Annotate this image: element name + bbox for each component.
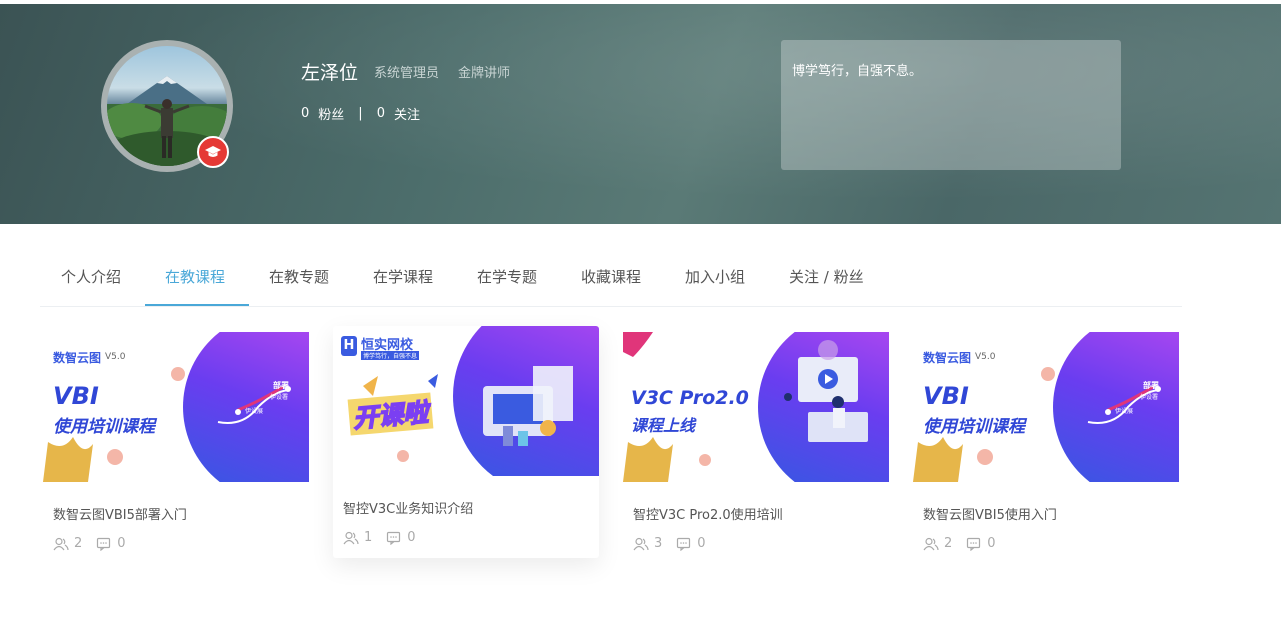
course-meta: 2 0 — [53, 536, 140, 551]
comment-count: 0 — [117, 536, 126, 551]
course-card[interactable]: H 恒实网校 博学笃行，自强不息 开课啦 智控V3C业务知识介绍 1 0 — [333, 326, 599, 558]
tab-groups[interactable]: 加入小组 — [685, 266, 745, 287]
thumb-line2: 使用培训课程 — [53, 417, 155, 437]
comment-count: 0 — [697, 536, 706, 551]
student-count: 3 — [654, 536, 663, 551]
thumb-p3: 部署 — [273, 381, 289, 390]
role-tag: 金牌讲师 — [458, 66, 511, 81]
thumb-line1: VBI — [53, 382, 99, 410]
thumb-tagline: 博学笃行，自强不息 — [361, 351, 420, 360]
role-tag: 系统管理员 — [374, 66, 440, 81]
comment-icon — [386, 531, 402, 545]
comment-icon — [676, 537, 692, 551]
user-name: 左泽位 — [301, 62, 359, 84]
thumb-line1: VBI — [923, 382, 969, 410]
student-count: 2 — [74, 536, 83, 551]
thumb-p1: 伊设展 — [245, 408, 264, 415]
tab-follow-fans[interactable]: 关注 / 粉丝 — [789, 266, 864, 287]
course-title[interactable]: 智控V3C业务知识介绍 — [343, 498, 473, 517]
tab-learning-courses[interactable]: 在学课程 — [373, 266, 433, 287]
comment-count: 0 — [407, 530, 416, 545]
motto-text: 博学笃行，自强不息。 — [792, 64, 923, 79]
thumb-p2: 伊设署 — [1140, 394, 1159, 401]
profile-tabs: 个人介绍 在教课程 在教专题 在学课程 在学专题 收藏课程 加入小组 关注 / … — [40, 248, 1182, 307]
stats-separator: | — [358, 106, 363, 121]
course-meta: 1 0 — [343, 530, 430, 545]
course-title[interactable]: 数智云图VBI5使用入门 — [923, 504, 1057, 523]
course-meta: 2 0 — [923, 536, 1010, 551]
users-icon — [923, 537, 939, 551]
course-thumbnail[interactable]: V3C Pro2.0 课程上线 — [623, 332, 889, 482]
thumb-p3: 部署 — [1143, 381, 1159, 390]
graduation-cap-icon — [197, 136, 229, 168]
tab-teaching-topics[interactable]: 在教专题 — [269, 266, 329, 287]
thumb-line2: 课程上线 — [631, 416, 696, 435]
course-card[interactable]: 数智云图 V5.0 VBI 使用培训课程 伊设展 伊设署 部署 数智云图VBI5… — [913, 332, 1179, 562]
thumb-p1: 伊设展 — [1115, 408, 1134, 415]
tab-favorite-courses[interactable]: 收藏课程 — [581, 266, 641, 287]
motto-box: 博学笃行，自强不息。 — [781, 40, 1121, 170]
comment-icon — [96, 537, 112, 551]
tab-learning-topics[interactable]: 在学专题 — [477, 266, 537, 287]
thumb-version: V5.0 — [105, 352, 126, 362]
tab-teaching-courses[interactable]: 在教课程 — [165, 266, 225, 287]
follow-label[interactable]: 关注 — [394, 104, 420, 123]
thumb-line1: V3C Pro2.0 — [631, 387, 749, 409]
fans-count[interactable]: 0 — [301, 106, 309, 121]
thumb-p2: 伊设署 — [270, 394, 289, 401]
course-card[interactable]: 数智云图 V5.0 VBI 使用培训课程 伊设展 伊设署 部署 数智云图VBI5… — [43, 332, 309, 562]
follow-count[interactable]: 0 — [377, 106, 385, 121]
student-count: 2 — [944, 536, 953, 551]
fans-label[interactable]: 粉丝 — [318, 104, 344, 123]
avatar[interactable] — [101, 40, 233, 172]
users-icon — [343, 531, 359, 545]
comment-icon — [966, 537, 982, 551]
thumb-line2: 使用培训课程 — [923, 417, 1025, 437]
course-thumbnail[interactable]: H 恒实网校 博学笃行，自强不息 开课啦 — [333, 326, 599, 476]
thumb-main: 开课啦 — [347, 392, 434, 436]
course-thumbnail[interactable]: 数智云图 V5.0 VBI 使用培训课程 伊设展 伊设署 部署 — [43, 332, 309, 482]
course-title[interactable]: 数智云图VBI5部署入门 — [53, 504, 187, 523]
thumb-brand: 数智云图 — [923, 351, 972, 365]
users-icon — [53, 537, 69, 551]
active-tab-indicator — [145, 304, 249, 306]
student-count: 1 — [364, 530, 373, 545]
thumb-brand: 数智云图 — [53, 351, 102, 365]
thumb-version: V5.0 — [975, 352, 996, 362]
follow-stats: 0 粉丝 | 0 关注 — [301, 104, 420, 123]
comment-count: 0 — [987, 536, 996, 551]
logo-icon: H — [341, 336, 357, 356]
course-card[interactable]: V3C Pro2.0 课程上线 智控V3C Pro2.0使用培训 3 0 — [623, 332, 889, 562]
tab-intro[interactable]: 个人介绍 — [61, 266, 121, 287]
course-meta: 3 0 — [633, 536, 720, 551]
users-icon — [633, 537, 649, 551]
course-title[interactable]: 智控V3C Pro2.0使用培训 — [633, 504, 783, 523]
course-thumbnail[interactable]: 数智云图 V5.0 VBI 使用培训课程 伊设展 伊设署 部署 — [913, 332, 1179, 482]
